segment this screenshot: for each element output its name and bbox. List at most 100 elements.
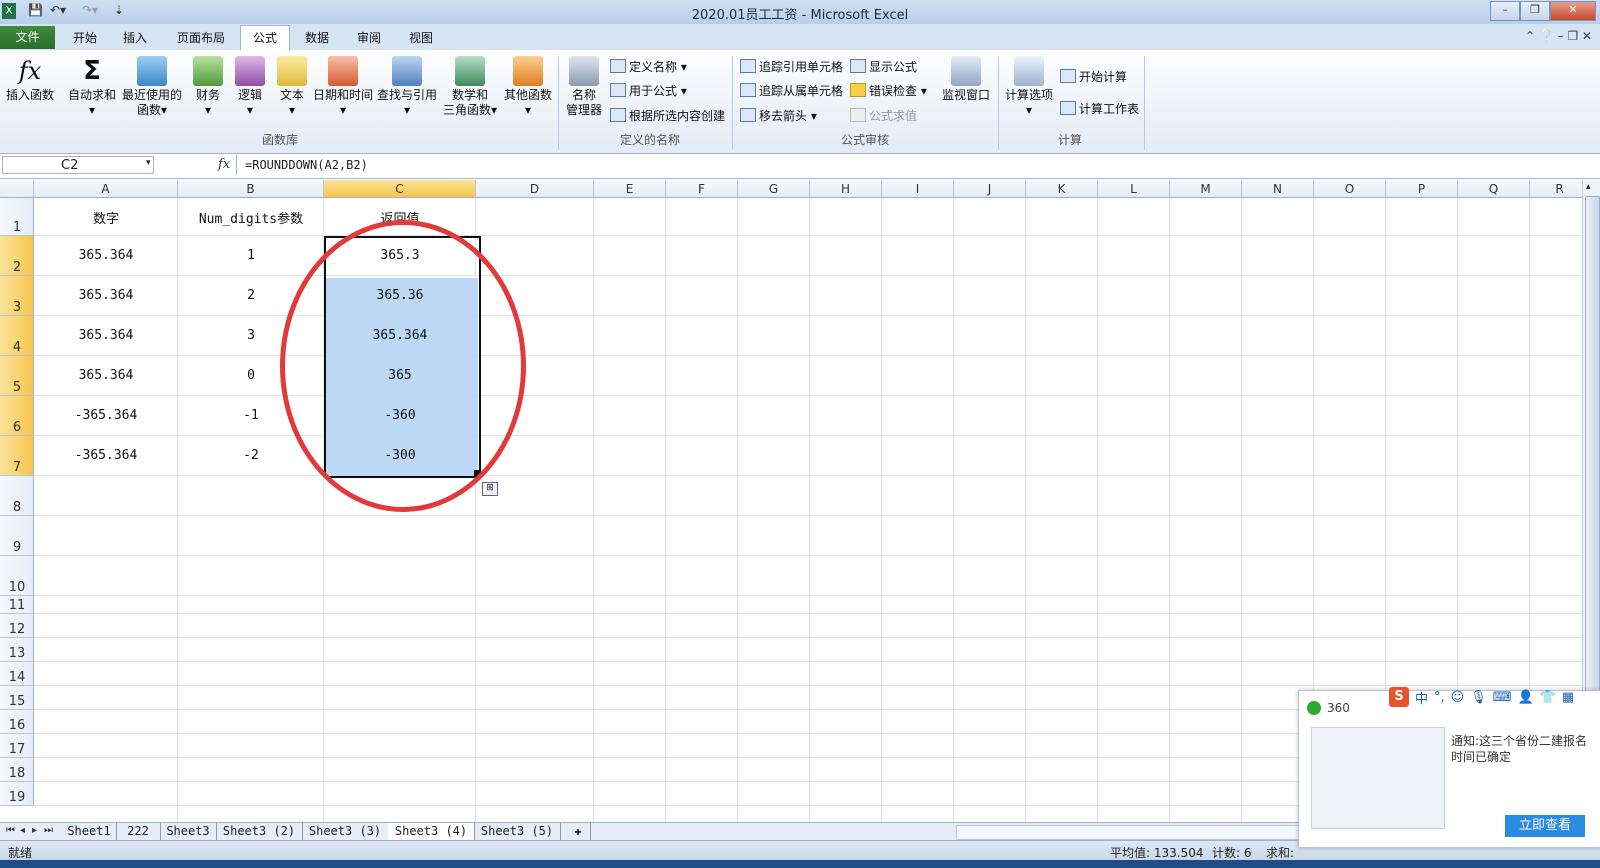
tab-data[interactable]: 数据 <box>294 28 340 48</box>
formula-input[interactable]: =ROUNDDOWN(A2,B2) <box>236 155 1576 175</box>
sheet-tab[interactable]: Sheet3 (4) <box>388 823 475 841</box>
sheet-tab[interactable]: Sheet3 (3) <box>302 823 389 840</box>
cell-a1[interactable]: 数字 <box>34 208 178 227</box>
restore-button[interactable]: ❐ <box>1520 1 1550 21</box>
cell-a6[interactable]: -365.364 <box>34 408 178 423</box>
row-header-3[interactable]: 3 <box>0 276 34 316</box>
column-header-k[interactable]: K <box>1026 180 1098 198</box>
select-all-corner[interactable] <box>0 180 34 198</box>
row-header-6[interactable]: 6 <box>0 396 34 436</box>
row-header-1[interactable]: 1 <box>0 198 34 236</box>
row-header-14[interactable]: 14 <box>0 662 34 686</box>
row-header-2[interactable]: 2 <box>0 236 34 276</box>
financial-button[interactable]: 财务 ▾ <box>188 56 228 118</box>
row-header-15[interactable]: 15 <box>0 686 34 710</box>
ime-emoji-icon[interactable]: ☺ <box>1451 690 1465 705</box>
create-from-selection-button[interactable]: 根据所选内容创建 <box>610 107 725 124</box>
row-header-13[interactable]: 13 <box>0 638 34 662</box>
help-icon[interactable]: ⌃ ❔ – ❐ ✕ <box>1525 29 1592 43</box>
datetime-button[interactable]: 日期和时间 ▾ <box>310 56 376 118</box>
column-header-l[interactable]: L <box>1098 180 1170 198</box>
sheet-tab[interactable]: Sheet3 <box>160 823 217 840</box>
tab-page-layout[interactable]: 页面布局 <box>168 28 234 48</box>
more-functions-button[interactable]: 其他函数 ▾ <box>500 56 556 118</box>
scroll-up-icon[interactable]: ▴ <box>1586 182 1591 192</box>
trace-dependents-button[interactable]: 追踪从属单元格 <box>740 82 843 99</box>
cell-a2[interactable]: 365.364 <box>34 248 178 263</box>
column-header-q[interactable]: Q <box>1458 180 1530 198</box>
cell-a7[interactable]: -365.364 <box>34 448 178 463</box>
use-in-formula-button[interactable]: 用于公式 ▾ <box>610 82 687 99</box>
sheet-tab[interactable]: Sheet3 (2) <box>216 823 303 840</box>
tab-home[interactable]: 开始 <box>62 28 108 48</box>
cell-a4[interactable]: 365.364 <box>34 328 178 343</box>
trace-precedents-button[interactable]: 追踪引用单元格 <box>740 58 843 75</box>
column-header-r[interactable]: R <box>1530 180 1582 198</box>
row-header-10[interactable]: 10 <box>0 556 34 596</box>
column-header-e[interactable]: E <box>594 180 666 198</box>
tab-formulas[interactable]: 公式 <box>240 25 290 51</box>
tab-view[interactable]: 视图 <box>398 28 444 48</box>
sheet-nav-next-icon[interactable]: ▸ <box>32 825 37 836</box>
tab-insert[interactable]: 插入 <box>112 28 158 48</box>
column-header-n[interactable]: N <box>1242 180 1314 198</box>
show-formulas-button[interactable]: 显示公式 <box>850 58 917 75</box>
row-header-18[interactable]: 18 <box>0 758 34 782</box>
sheet-nav-prev-icon[interactable]: ◂ <box>20 825 25 836</box>
row-header-9[interactable]: 9 <box>0 516 34 556</box>
lookup-button[interactable]: 查找与引用 ▾ <box>376 56 438 118</box>
ime-menu-icon[interactable]: ▦ <box>1562 690 1574 705</box>
text-button[interactable]: 文本 ▾ <box>272 56 312 118</box>
row-header-5[interactable]: 5 <box>0 356 34 396</box>
column-header-i[interactable]: I <box>882 180 954 198</box>
sheet-tab[interactable]: 222 <box>116 823 161 840</box>
calculate-sheet-button[interactable]: 计算工作表 <box>1060 100 1139 117</box>
ime-logo-icon[interactable]: S <box>1389 687 1409 707</box>
scroll-thumb[interactable] <box>1585 196 1600 758</box>
row-header-12[interactable]: 12 <box>0 614 34 638</box>
cell-a5[interactable]: 365.364 <box>34 368 178 383</box>
fx-icon[interactable]: fx <box>218 157 230 172</box>
view-now-button[interactable]: 立即查看 <box>1505 815 1585 837</box>
recently-used-button[interactable]: 最近使用的 函数▾ <box>120 56 184 118</box>
row-header-4[interactable]: 4 <box>0 316 34 356</box>
column-header-h[interactable]: H <box>810 180 882 198</box>
autofill-options-icon[interactable]: ⊞ <box>482 482 498 496</box>
row-header-7[interactable]: 7 <box>0 436 34 476</box>
logical-button[interactable]: 逻辑 ▾ <box>230 56 270 118</box>
name-box-dropdown-icon[interactable]: ▾ <box>146 158 151 168</box>
name-manager-button[interactable]: 名称 管理器 <box>564 56 604 118</box>
name-box[interactable]: C2 <box>2 156 154 174</box>
minimize-button[interactable]: – <box>1490 1 1520 21</box>
column-header-o[interactable]: O <box>1314 180 1386 198</box>
sheet-nav-first-icon[interactable]: ⏮ <box>6 825 15 836</box>
row-header-16[interactable]: 16 <box>0 710 34 734</box>
column-header-m[interactable]: M <box>1170 180 1242 198</box>
column-header-j[interactable]: J <box>954 180 1026 198</box>
ime-skin-icon[interactable]: 👕 <box>1540 690 1556 705</box>
row-header-11[interactable]: 11 <box>0 596 34 614</box>
ime-user-icon[interactable]: 👤 <box>1518 690 1534 705</box>
row-header-19[interactable]: 19 <box>0 782 34 806</box>
column-header-p[interactable]: P <box>1386 180 1458 198</box>
calculate-now-button[interactable]: 开始计算 <box>1060 68 1127 85</box>
row-header-17[interactable]: 17 <box>0 734 34 758</box>
column-header-g[interactable]: G <box>738 180 810 198</box>
insert-sheet-icon[interactable]: ✚ <box>566 823 591 840</box>
evaluate-formula-button[interactable]: 公式求值 <box>850 107 917 124</box>
sheet-tab[interactable]: Sheet3 (5) <box>474 823 561 840</box>
define-name-button[interactable]: 定义名称 ▾ <box>610 58 687 75</box>
autosum-button[interactable]: Σ 自动求和 ▾ <box>64 56 120 118</box>
cell-b2[interactable]: 1 <box>178 248 324 263</box>
cell-b1[interactable]: Num_digits参数 <box>178 208 324 227</box>
ime-keyboard-icon[interactable]: ⌨ <box>1493 690 1512 705</box>
error-check-button[interactable]: 错误检查 ▾ <box>850 82 927 99</box>
sheet-nav-last-icon[interactable]: ⏭ <box>44 825 53 836</box>
insert-function-button[interactable]: fx 插入函数 <box>4 56 56 103</box>
tab-review[interactable]: 审阅 <box>346 28 392 48</box>
column-header-a[interactable]: A <box>34 180 178 198</box>
ime-mic-icon[interactable]: 🎙 <box>1470 690 1487 705</box>
remove-arrows-button[interactable]: 移去箭头 ▾ <box>740 107 817 124</box>
ime-language-toggle[interactable]: 中 <box>1415 688 1428 707</box>
row-header-8[interactable]: 8 <box>0 476 34 516</box>
